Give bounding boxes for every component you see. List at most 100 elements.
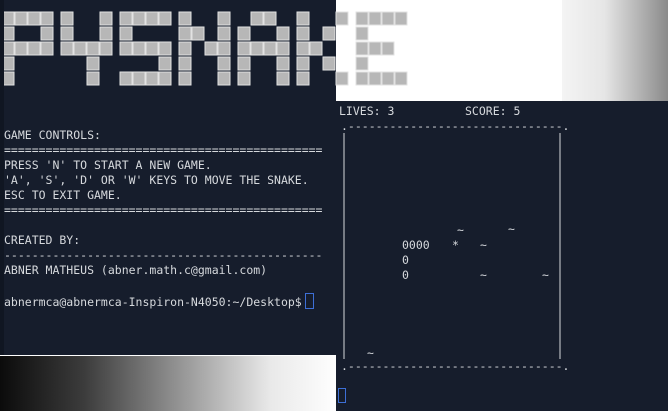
controls-header: GAME CONTROLS: [4,128,101,142]
logo-block [178,26,192,41]
control-instruction: 'A', 'S', 'D' OR 'W' KEYS TO MOVE THE SN… [4,173,309,187]
logo-block [86,56,100,71]
logo-block [14,11,28,26]
separator-line: ========================================… [4,143,323,157]
logo-block [132,11,146,26]
logo-block [276,71,290,86]
logo-block [355,56,369,71]
logo-block [394,71,408,86]
logo-block [355,11,369,26]
terminal-window-menu[interactable]: GAME CONTROLS: =========================… [0,0,408,355]
logo-block [2,56,15,71]
logo-block [237,71,251,86]
board-bottom-border: .-------------------------------. [341,359,570,373]
logo-block [296,56,310,71]
logo-block [2,71,15,86]
logo-block [145,71,159,86]
logo-block [2,11,15,26]
snake-body: 0000 [402,238,430,252]
logo-block [335,11,349,26]
prompt-text: abnermca@abnermca-Inspiron-N4050:~/Deskt… [4,295,302,309]
logo-block [86,41,100,56]
desktop-background-top [562,0,668,102]
logo-block [99,26,113,41]
logo-block [2,41,15,56]
logo-block [60,11,74,26]
logo-block [191,26,205,41]
logo-block [60,41,74,56]
separator-line: ----------------------------------------… [4,248,323,262]
text-cursor [304,293,314,309]
snake-body: 0 [402,268,409,282]
logo-block [394,11,408,26]
logo-block [14,41,28,56]
logo-block [119,26,133,41]
control-instruction: ESC TO EXIT GAME. [4,188,122,202]
logo-block [132,71,146,86]
logo-block [237,56,251,71]
logo-block [204,41,218,56]
logo-block [178,11,192,26]
logo-block [276,26,290,41]
pysnake-logo [2,11,408,86]
logo-block [309,41,323,56]
logo-block [119,41,133,56]
logo-block [381,41,395,56]
logo-block [296,11,310,26]
score-counter: SCORE: 5 [465,104,521,118]
logo-block [2,26,15,41]
text-cursor [338,388,346,403]
logo-block [158,41,172,56]
logo-block [217,26,231,41]
logo-block [217,56,231,71]
logo-block [237,41,251,56]
logo-block [237,26,251,41]
logo-block [158,56,172,71]
logo-block [217,11,231,26]
lives-counter: LIVES: 3 [339,104,395,118]
logo-block [276,41,290,56]
logo-block [178,41,192,56]
logo-block [335,71,349,86]
logo-block [355,71,369,86]
logo-block [368,11,382,26]
logo-block [158,11,172,26]
logo-block [27,41,41,56]
logo-block [381,11,395,26]
control-instruction: PRESS 'N' TO START A NEW GAME. [4,158,212,172]
logo-block [322,26,336,41]
logo-block [178,56,192,71]
logo-block [27,11,41,26]
logo-block [296,71,310,86]
logo-block [132,41,146,56]
logo-block [145,11,159,26]
logo-block [40,41,54,56]
logo-block [296,26,310,41]
game-board: .-------------------------------. .-----… [341,119,569,373]
logo-block [99,11,113,26]
wave-cell: ~ [480,268,487,282]
logo-block [99,41,113,56]
logo-block [381,71,395,86]
shell-prompt[interactable]: abnermca@abnermca-Inspiron-N4050:~/Deskt… [4,293,314,310]
logo-block [60,26,74,41]
logo-block [145,41,159,56]
logo-block [86,71,100,86]
logo-block [119,11,133,26]
wave-cell: ~ [542,268,549,282]
logo-block [119,71,133,86]
wave-cell: ~ [480,238,487,252]
logo-block [73,41,87,56]
logo-block [178,71,192,86]
logo-block [40,11,54,26]
wave-cell: ~ [457,223,464,237]
logo-block [250,11,264,26]
author-credit: ABNER MATHEUS (abner.math.c@gmail.com) [4,263,268,277]
wave-cell: ~ [367,346,374,360]
logo-block [322,56,336,71]
terminal-window-game[interactable]: LIVES: 3 SCORE: 5 .---------------------… [336,101,668,411]
logo-block [250,41,264,56]
logo-block [40,26,54,41]
logo-block [263,41,277,56]
separator-line: ========================================… [4,203,323,217]
